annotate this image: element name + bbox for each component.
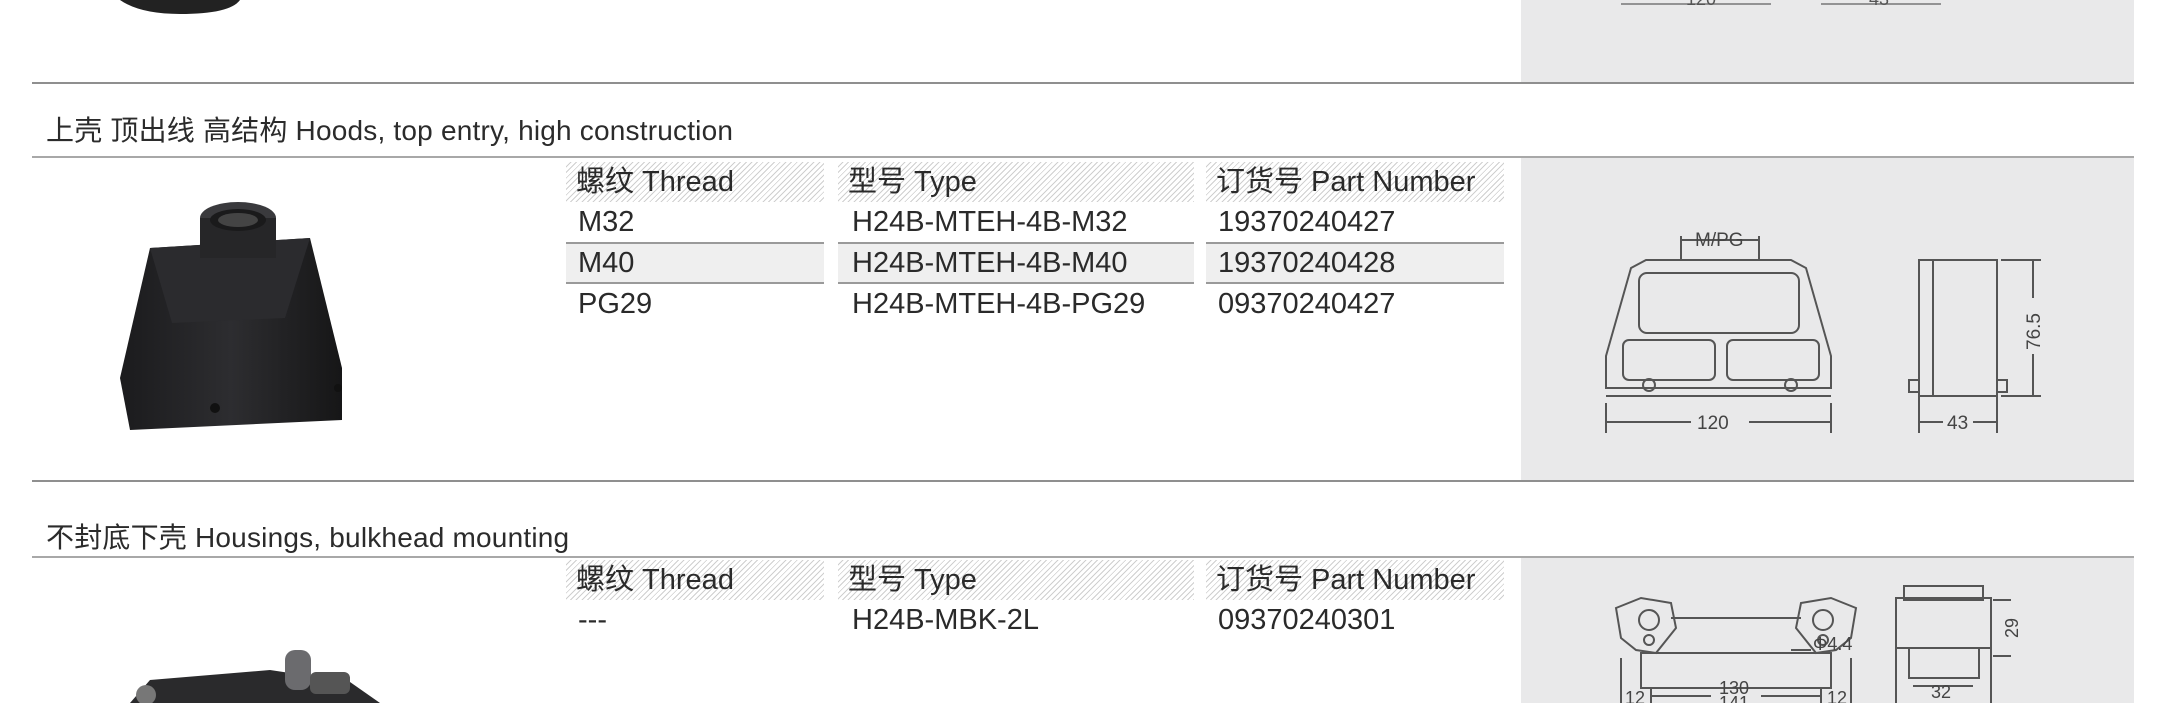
section-divider [32, 82, 2134, 84]
header-type: 型号 Type [838, 162, 1194, 202]
top-dimension-drawing: 120 43 [1621, 0, 1941, 9]
header-part-number: 订货号 Part Number [1206, 560, 1504, 600]
housing-dimension-drawing: Φ4.4 29 12 130 141 12 32 [1614, 585, 2022, 703]
top-depth-label: 43 [1869, 0, 1889, 9]
header-part-number: 订货号 Part Number [1206, 162, 1504, 202]
header-thread: 螺纹 Thread [566, 162, 824, 202]
top-product-image [120, 0, 240, 14]
dim-height-label: 76.5 [2024, 313, 2045, 350]
header-type: 型号 Type [838, 560, 1194, 600]
section-divider [32, 480, 2134, 482]
table-cell-type: H24B-MTEH-4B-M40 [852, 247, 1128, 279]
dim-h-label: 29 [2002, 618, 2022, 638]
top-width-label: 120 [1686, 0, 1716, 9]
table-cell-thread: PG29 [578, 288, 653, 320]
table-cell-type: H24B-MBK-2L [852, 604, 1039, 636]
table-cell-part: 09370240427 [1218, 288, 1396, 320]
table-cell-thread: M40 [578, 247, 635, 279]
table-cell-part: 19370240428 [1218, 247, 1396, 279]
dim-side-left-label: 12 [1625, 688, 1645, 703]
dim-outer-label: 141 [1719, 693, 1749, 703]
section-title-hoods: 上壳 顶出线 高结构 Hoods, top entry, high constr… [46, 115, 734, 146]
dim-side-right-label: 12 [1827, 688, 1847, 703]
table-cell-thread: M32 [578, 206, 635, 238]
table-cell-type: H24B-MTEH-4B-M32 [852, 206, 1128, 238]
hood-dimension-drawing: M/PG 120 43 76.5 [1605, 230, 2045, 434]
housing-product-image [130, 650, 380, 703]
dim-top-label: M/PG [1695, 230, 1744, 251]
table-cell-part: 19370240427 [1218, 206, 1396, 238]
section-title-housings: 不封底下壳 Housings, bulkhead mounting [46, 522, 570, 553]
hood-product-image [120, 202, 342, 430]
dim-hole-label: Φ4.4 [1813, 634, 1852, 654]
header-thread: 螺纹 Thread [566, 560, 824, 600]
table-cell-thread: --- [578, 604, 607, 636]
table-cell-part: 09370240301 [1218, 604, 1396, 636]
dim-width-label: 120 [1697, 413, 1729, 434]
dim-depth-label: 43 [1947, 413, 1968, 434]
dim-depth-label: 32 [1931, 682, 1951, 702]
table-cell-type: H24B-MTEH-4B-PG29 [852, 288, 1146, 320]
